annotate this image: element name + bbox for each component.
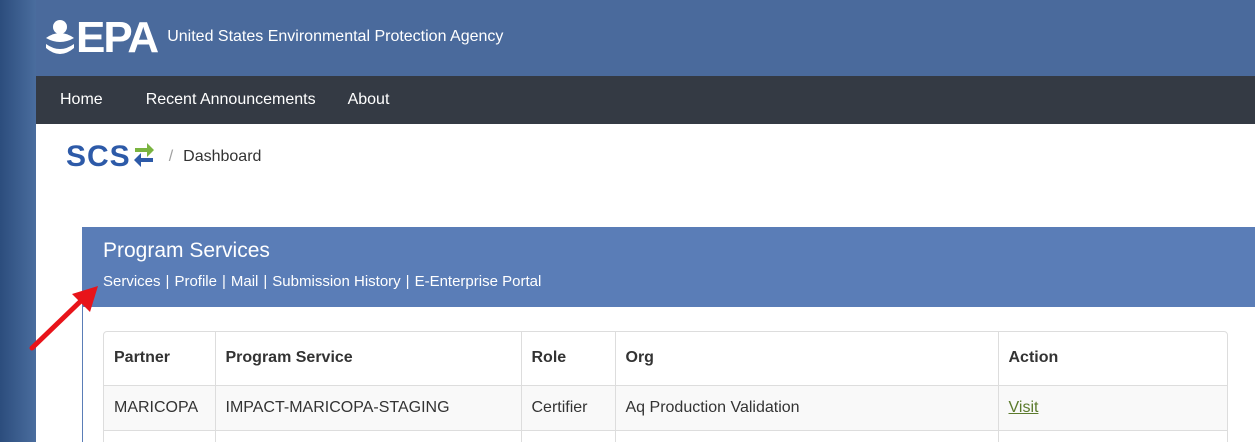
epa-flower-icon: [44, 18, 74, 58]
table-row: MARICOPA IMPACT-MARICOPA-STAGING Certifi…: [104, 385, 1227, 431]
col-action: Action: [998, 332, 1227, 386]
link-separator: |: [165, 273, 170, 290]
cell-empty: [998, 430, 1227, 442]
scs-logo[interactable]: SCS: [66, 138, 155, 176]
col-role: Role: [521, 332, 616, 386]
panel-title: Program Services: [103, 239, 270, 262]
sync-arrows-icon: [133, 138, 155, 176]
panel-links: Services | Profile | Mail | Submission H…: [103, 273, 1255, 290]
link-mail[interactable]: Mail: [231, 273, 259, 290]
scs-logo-text: SCS: [66, 140, 131, 173]
cell-empty: [215, 430, 522, 442]
link-separator: |: [405, 273, 410, 290]
epa-logo-text: EPA: [76, 13, 159, 62]
cell-partner: MARICOPA: [104, 385, 216, 431]
nav-recent-announcements[interactable]: Recent Announcements: [146, 91, 316, 109]
epa-logo[interactable]: EPA: [44, 13, 159, 62]
panel-body: Partner Program Service Role Org Action …: [82, 307, 1255, 442]
nav-about[interactable]: About: [348, 91, 390, 109]
cell-program-service: IMPACT-MARICOPA-STAGING: [215, 385, 522, 431]
site-header: EPA United States Environmental Protecti…: [36, 0, 1255, 76]
table-header-row: Partner Program Service Role Org Action: [104, 332, 1227, 386]
link-submission-history[interactable]: Submission History: [272, 273, 400, 290]
red-arrow-icon: [26, 286, 106, 361]
services-table: Partner Program Service Role Org Action …: [103, 331, 1228, 442]
breadcrumb: SCS / Dashboard: [66, 138, 261, 176]
link-services[interactable]: Services: [103, 273, 161, 290]
link-separator: |: [221, 273, 226, 290]
col-program-service: Program Service: [215, 332, 522, 386]
agency-name: United States Environmental Protection A…: [167, 28, 504, 45]
cell-role: Certifier: [521, 385, 616, 431]
cell-empty: [521, 430, 616, 442]
cell-empty: [104, 430, 216, 442]
col-partner: Partner: [104, 332, 216, 386]
cell-org: Aq Production Validation: [615, 385, 999, 431]
panel-header: Program Services Services | Profile | Ma…: [82, 227, 1255, 307]
link-e-enterprise-portal[interactable]: E-Enterprise Portal: [415, 273, 542, 290]
cell-empty: [615, 430, 999, 442]
program-services-panel: Program Services Services | Profile | Ma…: [82, 227, 1255, 442]
nav-home[interactable]: Home: [60, 91, 103, 109]
table-row-partial: [104, 430, 1227, 442]
breadcrumb-separator: /: [168, 148, 174, 165]
breadcrumb-current: Dashboard: [183, 148, 262, 165]
link-separator: |: [263, 273, 268, 290]
visit-link[interactable]: Visit: [1009, 399, 1039, 416]
col-org: Org: [615, 332, 999, 386]
main-content: SCS / Dashboard Program Services Service…: [36, 124, 1255, 442]
left-edge-strip: [0, 0, 36, 442]
link-profile[interactable]: Profile: [174, 273, 217, 290]
main-navbar: Home Recent Announcements About: [36, 76, 1255, 124]
cell-action: Visit: [998, 385, 1227, 431]
